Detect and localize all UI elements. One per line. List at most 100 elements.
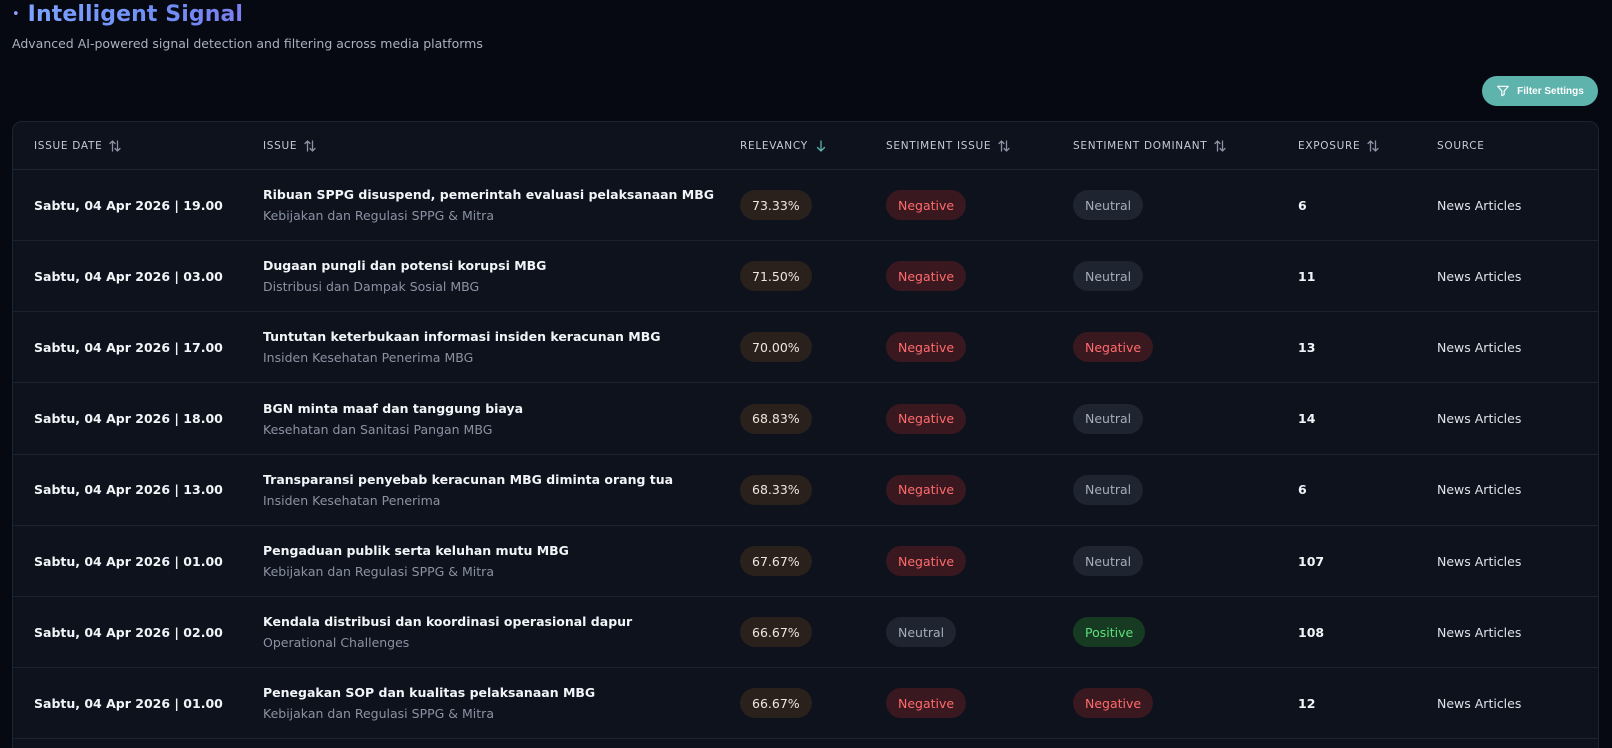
- relevancy-cell: 68.33%: [740, 455, 812, 525]
- exposure-value: 12: [1298, 695, 1316, 711]
- sort-both-icon[interactable]: [303, 139, 317, 153]
- source-cell: News Articles: [1437, 170, 1521, 240]
- sort-desc-icon[interactable]: [814, 139, 828, 153]
- sentiment-issue-cell: Negative: [886, 668, 967, 738]
- issue-date-cell: Sabtu, 04 Apr 2026 | 01.00: [34, 526, 223, 596]
- issue-category: Insiden Kesehatan Penerima: [263, 492, 441, 508]
- issue-cell[interactable]: Ribuan SPPG disuspend, pemerintah evalua…: [263, 170, 714, 240]
- exposure-value: 13: [1298, 339, 1316, 355]
- filter-settings-button[interactable]: Filter Settings: [1482, 76, 1598, 106]
- issue-date-cell: Sabtu, 04 Apr 2026 | 01.00: [34, 668, 223, 738]
- source-value: News Articles: [1437, 268, 1522, 284]
- sentiment-issue-cell: Negative: [886, 455, 967, 525]
- exposure-cell: 14: [1298, 384, 1315, 454]
- column-header-exposure[interactable]: EXPOSURE: [1298, 122, 1380, 170]
- column-header-label: ISSUE: [263, 140, 298, 152]
- exposure-value: 11: [1298, 268, 1316, 284]
- column-header-issue-date[interactable]: ISSUE DATE: [34, 122, 122, 170]
- column-header-label: ISSUE DATE: [34, 140, 103, 152]
- issue-title[interactable]: BGN minta maaf dan tanggung biaya: [263, 401, 523, 416]
- issue-cell[interactable]: Pengaduan publik serta keluhan mutu MBG K…: [263, 526, 569, 596]
- exposure-cell: 108: [1298, 597, 1324, 667]
- column-header-sentiment-issue[interactable]: SENTIMENT ISSUE: [886, 122, 1011, 170]
- sentiment-issue-badge: Negative: [886, 332, 967, 363]
- exposure-value: 108: [1298, 624, 1325, 640]
- table-row[interactable]: Sabtu, 04 Apr 2026 | 19.00 Ribuan SPPG di…: [13, 170, 1598, 241]
- issue-category: Kebijakan dan Regulasi SPPG & Mitra: [263, 564, 494, 579]
- issue-title[interactable]: Tuntutan keterbukaan informasi insiden k…: [263, 329, 661, 344]
- sentiment-issue-cell: Negative: [886, 312, 967, 382]
- filter-settings-label: Filter Settings: [1517, 85, 1584, 97]
- sort-both-icon[interactable]: [1366, 139, 1380, 153]
- exposure-cell: 6: [1298, 455, 1307, 525]
- source-value: News Articles: [1437, 197, 1522, 213]
- sentiment-issue-badge: Negative: [886, 261, 967, 292]
- issue-cell[interactable]: Kendala distribusi dan koordinasi operas…: [263, 597, 632, 667]
- sentiment-issue-badge: Negative: [886, 190, 967, 220]
- exposure-value: 6: [1298, 482, 1307, 498]
- sentiment-dominant-cell: Neutral: [1073, 455, 1144, 525]
- column-header-label: RELEVANCY: [740, 140, 808, 152]
- exposure-cell: 13: [1298, 312, 1315, 382]
- issue-title[interactable]: Transparansi penyebab keracunan MBG dimi…: [263, 472, 673, 487]
- source-cell: News Articles: [1437, 526, 1521, 596]
- sentiment-dominant-badge: Neutral: [1073, 546, 1144, 576]
- issue-cell[interactable]: Penegakan SOP dan kualitas pelaksanaan M…: [263, 668, 595, 738]
- issue-date-cell: Sabtu, 04 Apr 2026 | 13.00: [34, 455, 223, 525]
- relevancy-badge: 66.67%: [740, 688, 812, 719]
- issue-date: Sabtu, 04 Apr 2026 | 18.00: [34, 411, 223, 427]
- issue-cell[interactable]: Dugaan pungli dan potensi korupsi MBG Dis…: [263, 241, 546, 311]
- sentiment-dominant-badge: Neutral: [1073, 474, 1144, 505]
- issue-title[interactable]: Dugaan pungli dan potensi korupsi MBG: [263, 258, 546, 273]
- relevancy-cell: 71.50%: [740, 241, 812, 311]
- issue-title[interactable]: Kendala distribusi dan koordinasi operas…: [263, 614, 632, 629]
- sort-both-icon[interactable]: [997, 139, 1011, 153]
- sentiment-issue-cell: Negative: [886, 241, 967, 311]
- table-row[interactable]: Sabtu, 04 Apr 2026 | 18.00 BGN minta maaf…: [13, 384, 1598, 455]
- issue-cell[interactable]: BGN minta maaf dan tanggung biaya Kesehat…: [263, 384, 523, 454]
- issue-cell[interactable]: Transparansi penyebab keracunan MBG dimi…: [263, 455, 673, 525]
- relevancy-cell: 68.83%: [740, 384, 812, 454]
- table-row[interactable]: Sabtu, 04 Apr 2026 | 13.00 Transparansi p…: [13, 455, 1598, 526]
- table-row[interactable]: Sabtu, 04 Apr 2026 | 17.00 Tuntutan keter…: [13, 312, 1598, 384]
- page-subtitle: Advanced AI-powered signal detection and…: [12, 36, 483, 51]
- sentiment-dominant-badge: Neutral: [1073, 403, 1144, 434]
- issue-cell[interactable]: Tuntutan keterbukaan informasi insiden k…: [263, 312, 661, 382]
- exposure-cell: 11: [1298, 241, 1315, 311]
- title-row: • Intelligent Signal: [12, 0, 243, 28]
- sentiment-issue-cell: Negative: [886, 170, 967, 240]
- exposure-value: 6: [1298, 197, 1307, 213]
- page-title: Intelligent Signal: [27, 1, 244, 27]
- column-header-sentiment-dominant[interactable]: SENTIMENT DOMINANT: [1073, 122, 1227, 170]
- table-row[interactable]: Sabtu, 04 Apr 2026 | 02.00 Kendala distri…: [13, 597, 1598, 669]
- source-cell: News Articles: [1437, 455, 1521, 525]
- relevancy-cell: 67.67%: [740, 526, 812, 596]
- relevancy-cell: 66.67%: [740, 668, 812, 738]
- sentiment-dominant-cell: Neutral: [1073, 241, 1144, 311]
- issue-date: Sabtu, 04 Apr 2026 | 13.00: [34, 482, 223, 498]
- issue-title[interactable]: Ribuan SPPG disuspend, pemerintah evalua…: [263, 187, 714, 202]
- sort-both-icon[interactable]: [108, 139, 122, 153]
- sentiment-dominant-cell: Neutral: [1073, 526, 1144, 596]
- column-header-label: SOURCE: [1437, 140, 1485, 152]
- exposure-cell: 107: [1298, 526, 1324, 596]
- issue-date: Sabtu, 04 Apr 2026 | 01.00: [34, 695, 223, 711]
- source-value: News Articles: [1437, 553, 1522, 569]
- issue-title[interactable]: Pengaduan publik serta keluhan mutu MBG: [263, 543, 569, 558]
- table-header: ISSUE DATE ISSUE RELEVANCY SENTIMENT ISSUE S…: [13, 122, 1598, 170]
- column-header-issue[interactable]: ISSUE: [263, 122, 317, 170]
- intelligent-signal-page: • Intelligent Signal Advanced AI-powered…: [0, 0, 1612, 748]
- source-value: News Articles: [1437, 411, 1522, 427]
- column-header-relevancy[interactable]: RELEVANCY: [740, 122, 828, 170]
- table-row[interactable]: Sabtu, 04 Apr 2026 | 01.00 Penegakan SOP …: [13, 668, 1598, 740]
- issue-date: Sabtu, 04 Apr 2026 | 02.00: [34, 624, 223, 640]
- table-row[interactable]: Sabtu, 04 Apr 2026 | 01.00 Pengaduan publ…: [13, 526, 1598, 597]
- issue-title[interactable]: Penegakan SOP dan kualitas pelaksanaan M…: [263, 685, 595, 700]
- sort-both-icon[interactable]: [1213, 139, 1227, 153]
- issue-date: Sabtu, 04 Apr 2026 | 01.00: [34, 553, 223, 569]
- sentiment-issue-badge: Negative: [886, 403, 967, 434]
- column-header-source: SOURCE: [1437, 122, 1485, 170]
- table-row[interactable]: Sabtu, 04 Apr 2026 | 03.00 Dugaan pungli …: [13, 241, 1598, 313]
- sentiment-issue-badge: Negative: [886, 688, 967, 719]
- relevancy-cell: 66.67%: [740, 597, 812, 667]
